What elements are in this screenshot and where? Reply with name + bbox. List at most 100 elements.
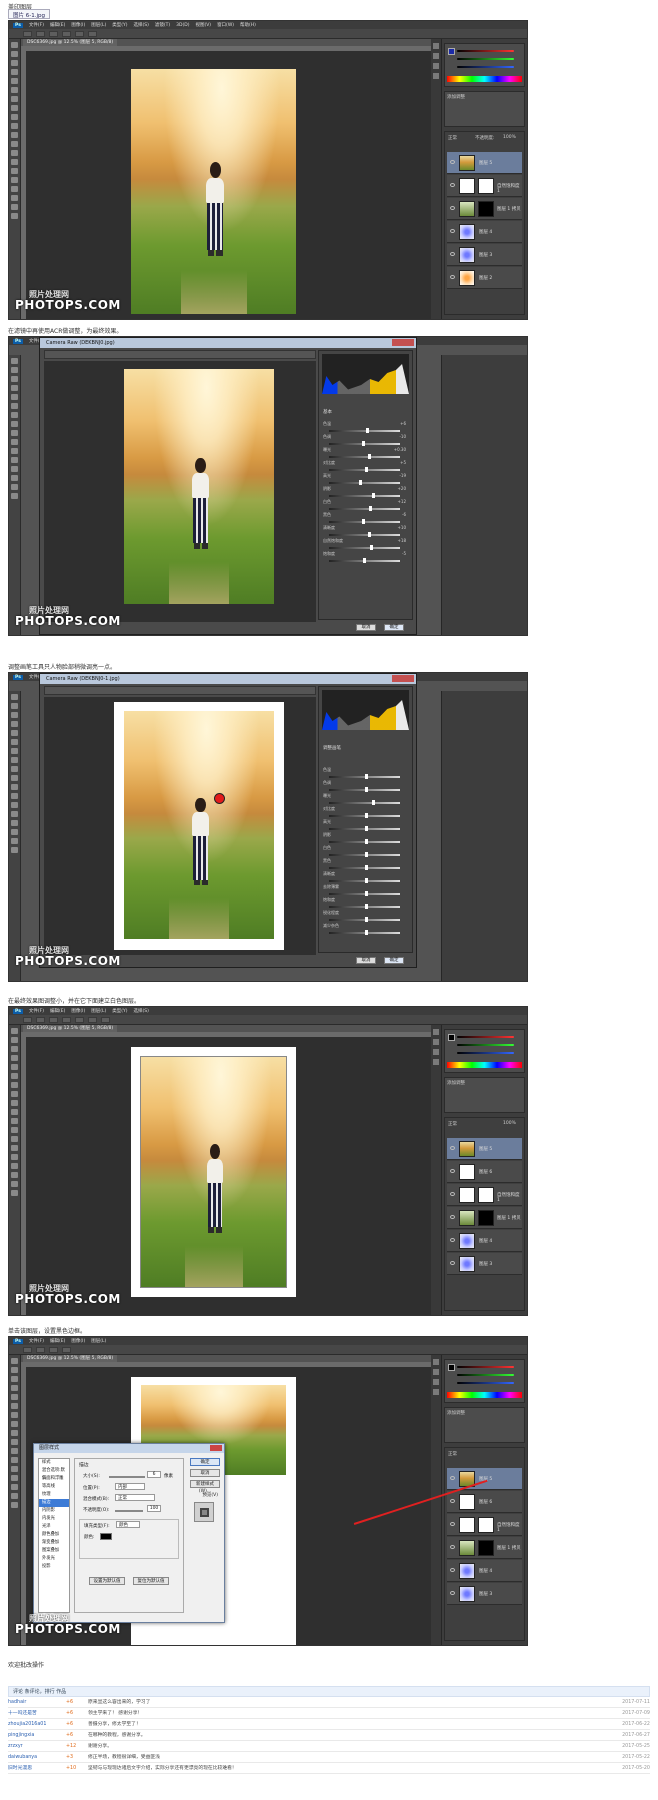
comment-user[interactable]: 十一吗还是苦 xyxy=(8,1708,37,1719)
dodge-tool-icon[interactable] xyxy=(11,159,18,165)
color-spectrum[interactable] xyxy=(447,76,522,82)
close-icon[interactable] xyxy=(210,1445,222,1451)
layer-row[interactable]: 图层 3 xyxy=(447,1583,522,1605)
document-tab[interactable]: DSC6369.jpg @ 12.5% (图层 5, RGB/8) xyxy=(23,1355,118,1362)
option-icon[interactable] xyxy=(62,30,71,37)
eye-icon[interactable] xyxy=(450,252,455,256)
fill-type-select[interactable]: 颜色 xyxy=(116,1521,140,1528)
layer-row[interactable]: 自然饱和度 1 xyxy=(447,175,522,197)
document-tab[interactable]: DSC6369.jpg @ 12.5% (图层 5, RGB/8) xyxy=(23,1025,118,1032)
style-item[interactable]: 样式 xyxy=(39,1459,69,1467)
slider-row[interactable]: 清晰度 +10 xyxy=(323,525,410,538)
preview-checkbox[interactable]: 预览(V) xyxy=(202,1492,218,1498)
reset-default-button[interactable]: 复位为默认值 xyxy=(133,1577,169,1585)
menu-type[interactable]: 类型(Y) xyxy=(112,22,127,28)
layer-row[interactable]: 图层 4 xyxy=(447,221,522,243)
option-icon[interactable] xyxy=(88,30,97,37)
cancel-button[interactable]: 取消 xyxy=(356,624,376,631)
pen-tool-icon[interactable] xyxy=(11,168,18,174)
layer-row[interactable]: 图层 1 拷贝 xyxy=(447,1537,522,1559)
blend-select[interactable]: 正常 xyxy=(115,1494,155,1501)
menu-file[interactable]: 文件(F) xyxy=(29,22,44,28)
slider-row[interactable]: 曝光 xyxy=(323,793,410,806)
camera-raw-preview[interactable] xyxy=(44,361,316,622)
type-tool-icon[interactable] xyxy=(11,177,18,183)
layer-row[interactable]: 图层 1 拷贝 xyxy=(447,198,522,220)
path-select-icon[interactable] xyxy=(11,186,18,192)
color-spectrum[interactable] xyxy=(447,1062,522,1068)
eye-icon[interactable] xyxy=(450,229,455,233)
slider-row[interactable]: 黑色 -6 xyxy=(323,512,410,525)
menu-edit[interactable]: 编辑(E) xyxy=(50,1008,65,1014)
ok-button[interactable]: 确定 xyxy=(384,957,404,964)
menu-edit[interactable]: 编辑(E) xyxy=(50,22,65,28)
style-item-stroke[interactable]: 描边 xyxy=(39,1499,69,1507)
slider-row[interactable]: 饱和度 xyxy=(323,897,410,910)
style-item[interactable]: 图案叠加 xyxy=(39,1547,69,1555)
option-icon[interactable] xyxy=(75,30,84,37)
slider-row[interactable]: 清晰度 xyxy=(323,871,410,884)
slider-row[interactable]: 白色 +12 xyxy=(323,499,410,512)
menu-edit[interactable]: 编辑(E) xyxy=(50,1338,65,1344)
blend-mode[interactable]: 正常 xyxy=(448,1121,457,1127)
eyedropper-tool-icon[interactable] xyxy=(11,87,18,93)
eye-icon[interactable] xyxy=(450,183,455,187)
position-select[interactable]: 内部 xyxy=(115,1483,145,1490)
menu-layer[interactable]: 图层(L) xyxy=(91,1008,106,1014)
slider-row[interactable]: 色调 xyxy=(323,780,410,793)
slider-row[interactable]: 色温 +6 xyxy=(323,421,410,434)
image-tab[interactable]: 图片 6-1.jpg xyxy=(8,9,50,19)
stroke-color-swatch[interactable] xyxy=(100,1533,112,1540)
ok-button[interactable]: 确定 xyxy=(190,1458,220,1466)
brush-tool-icon[interactable] xyxy=(11,105,18,111)
style-item[interactable]: 渐变叠加 xyxy=(39,1539,69,1547)
menu-type[interactable]: 类型(Y) xyxy=(112,1008,127,1014)
comment-user[interactable]: pingjingxia xyxy=(8,1730,34,1741)
menu-view[interactable]: 视图(V) xyxy=(195,22,211,28)
wand-tool-icon[interactable] xyxy=(11,69,18,75)
comment-user[interactable]: hadhair xyxy=(8,1697,26,1708)
option-icon[interactable] xyxy=(23,30,32,37)
move-tool-icon[interactable] xyxy=(11,42,18,48)
slider-row[interactable]: 色温 xyxy=(323,767,410,780)
menu-layer[interactable]: 图层(L) xyxy=(91,1338,106,1344)
photo-girl[interactable] xyxy=(140,1056,287,1288)
layer-row[interactable]: 图层 6 xyxy=(447,1491,522,1513)
close-icon[interactable] xyxy=(392,339,414,346)
layer-row[interactable]: 图层 5 xyxy=(447,1138,522,1160)
size-slider[interactable] xyxy=(109,1476,145,1478)
slider-row[interactable]: 曝光 +0.30 xyxy=(323,447,410,460)
layer-row[interactable]: 图层 5 xyxy=(447,152,522,174)
cancel-button[interactable]: 取消 xyxy=(190,1469,220,1477)
style-item[interactable]: 外发光 xyxy=(39,1555,69,1563)
blue-slider[interactable] xyxy=(457,66,514,68)
comment-user[interactable]: daiwubanya xyxy=(8,1752,37,1763)
document-tab[interactable]: DSC6369.jpg @ 12.5% (图层 5, RGB/8) xyxy=(23,39,118,46)
close-icon[interactable] xyxy=(392,675,414,682)
layer-row[interactable]: 图层 6 xyxy=(447,1161,522,1183)
option-icon[interactable] xyxy=(36,30,45,37)
camera-raw-preview[interactable] xyxy=(44,697,316,955)
slider-row[interactable]: 锐化程度 xyxy=(323,910,410,923)
stamp-tool-icon[interactable] xyxy=(11,114,18,120)
style-item[interactable]: 内阴影 xyxy=(39,1507,69,1515)
slider-row[interactable]: 减少杂色 xyxy=(323,923,410,936)
menu-filter[interactable]: 滤镜(T) xyxy=(155,22,170,28)
slider-row[interactable]: 黑色 xyxy=(323,858,410,871)
layer-row[interactable]: 图层 4 xyxy=(447,1230,522,1252)
healing-tool-icon[interactable] xyxy=(11,96,18,102)
size-input[interactable]: 6 xyxy=(147,1471,161,1478)
slider-row[interactable]: 色调 -10 xyxy=(323,434,410,447)
zoom-tool-icon[interactable] xyxy=(11,213,18,219)
blend-mode[interactable]: 正常 xyxy=(448,135,457,141)
shape-tool-icon[interactable] xyxy=(11,195,18,201)
slider-row[interactable]: 高光 -19 xyxy=(323,473,410,486)
make-default-button[interactable]: 设置为默认值 xyxy=(89,1577,125,1585)
style-item[interactable]: 混合选项:默认 xyxy=(39,1467,69,1481)
foreground-swatch[interactable] xyxy=(448,48,455,55)
comment-user[interactable]: 旧时光漫思 xyxy=(8,1763,32,1774)
layer-row[interactable]: 图层 5 xyxy=(447,1468,522,1490)
slider-row[interactable]: 阴影 xyxy=(323,832,410,845)
style-item[interactable]: 投影 xyxy=(39,1563,69,1571)
brush-pin-icon[interactable] xyxy=(214,793,225,805)
